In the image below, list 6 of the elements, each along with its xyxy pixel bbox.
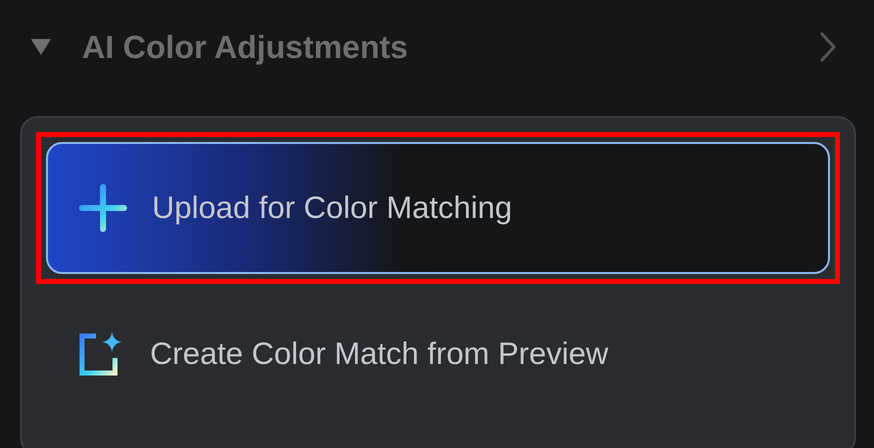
section-title: AI Color Adjustments [82, 28, 409, 66]
upload-button[interactable]: Upload for Color Matching [46, 142, 830, 274]
create-match-button[interactable]: Create Color Match from Preview [46, 322, 830, 386]
collapse-triangle-icon[interactable] [30, 38, 52, 56]
chevron-right-icon[interactable] [818, 31, 838, 63]
plus-icon [78, 183, 128, 233]
